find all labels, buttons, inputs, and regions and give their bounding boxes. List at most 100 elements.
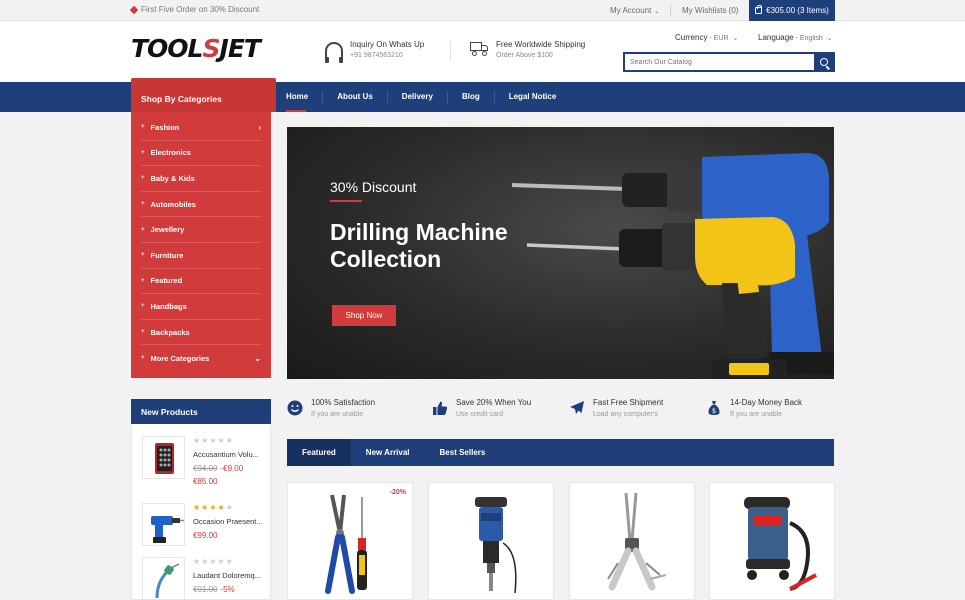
product-price: €85.00 bbox=[193, 477, 218, 486]
old-price: €94.00 bbox=[193, 464, 218, 473]
svg-text:$: $ bbox=[712, 407, 716, 415]
language-value: - English bbox=[795, 35, 823, 42]
search-bar bbox=[623, 52, 835, 72]
old-price: €91.00 bbox=[193, 585, 218, 594]
chevron-right-icon: › bbox=[258, 122, 261, 132]
divider bbox=[330, 200, 362, 202]
hero-banner[interactable]: 30% Discount Drilling Machine Collection… bbox=[287, 127, 834, 379]
plane-icon bbox=[570, 401, 584, 414]
category-fashion[interactable]: + Fashion › bbox=[141, 115, 261, 141]
product-image bbox=[325, 494, 367, 594]
rating-stars: ★★★★★ bbox=[193, 503, 234, 512]
service-subtitle: Use credit card bbox=[456, 411, 504, 418]
category-electronics[interactable]: + Electronics bbox=[141, 141, 261, 167]
list-item[interactable]: ★★★★★ Accusantium Volu... €94.00 -€9.00 €… bbox=[142, 436, 267, 486]
plus-icon: + bbox=[141, 226, 145, 233]
category-label: Baby & Kids bbox=[150, 173, 195, 183]
language-selector[interactable]: Language - English ⌄ bbox=[758, 33, 833, 42]
logo-text: JET bbox=[219, 34, 261, 63]
product-tabs: Featured New Arrival Best Sellers bbox=[287, 439, 834, 466]
service-money-back: $ 14-Day Money Back If you are unable bbox=[706, 398, 802, 418]
list-item[interactable]: ★★★★★ Occasion Praesent... €99.00 bbox=[142, 503, 267, 553]
category-label: Jewellery bbox=[150, 225, 185, 235]
plus-icon: + bbox=[141, 252, 145, 259]
category-label: More Categories bbox=[150, 353, 210, 363]
plus-icon: + bbox=[141, 149, 145, 156]
category-more[interactable]: + More Categories ⌄ bbox=[141, 345, 261, 371]
category-baby-kids[interactable]: + Baby & Kids bbox=[141, 166, 261, 192]
categories-title[interactable]: Shop By Categories bbox=[131, 78, 276, 112]
plus-icon: + bbox=[141, 175, 145, 182]
plus-icon: + bbox=[141, 303, 145, 310]
product-card[interactable] bbox=[709, 482, 835, 600]
discount: -€9.00 bbox=[220, 464, 244, 473]
banner-title-line: Collection bbox=[330, 246, 442, 272]
search-input[interactable] bbox=[625, 54, 814, 70]
currency-label: Currency bbox=[675, 33, 708, 42]
product-image bbox=[475, 497, 517, 594]
money-bag-icon: $ bbox=[708, 401, 720, 415]
search-button[interactable] bbox=[814, 54, 833, 70]
category-label: Fashion bbox=[150, 122, 180, 132]
list-item[interactable]: ★★★★★ Laudant Doloremq... €91.00 -5% bbox=[142, 557, 267, 600]
logo-text-accent: S bbox=[202, 34, 221, 63]
product-card[interactable] bbox=[428, 482, 554, 600]
category-backpacks[interactable]: + Backpacks bbox=[141, 320, 261, 346]
product-thumbnail[interactable] bbox=[142, 503, 185, 546]
nav-delivery[interactable]: Delivery bbox=[388, 91, 448, 103]
service-subtitle: Load any computer's bbox=[593, 411, 658, 418]
category-automobiles[interactable]: + Automobiles bbox=[141, 192, 261, 218]
product-name[interactable]: Laudant Doloremq... bbox=[193, 571, 267, 580]
chevron-down-icon: ⌄ bbox=[654, 9, 660, 15]
category-label: Backpacks bbox=[150, 327, 190, 337]
banner-title-line: Drilling Machine bbox=[330, 219, 508, 245]
nav-legal-notice[interactable]: Legal Notice bbox=[495, 91, 571, 103]
product-price: €99.00 bbox=[193, 531, 218, 540]
my-account-dropdown[interactable]: My Account ⌄ bbox=[610, 6, 659, 15]
product-name[interactable]: Occasion Praesent... bbox=[193, 517, 267, 526]
product-card[interactable]: -20% bbox=[287, 482, 413, 600]
currency-value: - EUR bbox=[709, 35, 729, 42]
category-furniture[interactable]: + Furniture bbox=[141, 243, 261, 269]
new-products-title: New Products bbox=[131, 399, 271, 424]
top-bar: First Five Order on 30% Discount My Acco… bbox=[0, 0, 965, 21]
tab-featured[interactable]: Featured bbox=[287, 439, 351, 466]
category-jewellery[interactable]: + Jewellery bbox=[141, 217, 261, 243]
nav-home[interactable]: Home bbox=[272, 91, 324, 112]
my-account-label: My Account bbox=[610, 6, 652, 15]
shopping-bag-icon bbox=[755, 5, 763, 14]
tab-new-arrival[interactable]: New Arrival bbox=[351, 439, 425, 466]
product-card[interactable] bbox=[569, 482, 695, 600]
product-thumbnail[interactable] bbox=[142, 557, 185, 600]
service-subtitle: If you are unable bbox=[311, 411, 364, 418]
headset-icon bbox=[325, 42, 343, 63]
smile-icon bbox=[287, 400, 303, 416]
site-logo[interactable]: TOOLSJET bbox=[131, 34, 261, 63]
wishlist-link[interactable]: My Wishlists (0) bbox=[682, 6, 738, 15]
product-thumbnail[interactable] bbox=[142, 436, 185, 479]
product-name[interactable]: Accusantium Volu... bbox=[193, 450, 267, 459]
promo-text: First Five Order on 30% Discount bbox=[141, 5, 260, 14]
category-featured[interactable]: + Featured bbox=[141, 269, 261, 295]
service-title: Save 20% When You bbox=[456, 398, 532, 407]
category-label: Automobiles bbox=[150, 199, 196, 209]
cart-button[interactable]: €305.00 (3 Items) bbox=[749, 0, 835, 21]
shop-now-button[interactable]: Shop Now bbox=[332, 305, 396, 326]
service-shipment: Fast Free Shipment Load any computer's bbox=[569, 398, 663, 418]
nav-blog[interactable]: Blog bbox=[448, 91, 495, 103]
language-label: Language bbox=[758, 33, 794, 42]
currency-selector[interactable]: Currency - EUR ⌄ bbox=[675, 33, 738, 42]
free-shipping-info: Free Worldwide Shipping Order Above $100 bbox=[470, 40, 585, 59]
category-label: Featured bbox=[150, 276, 183, 286]
phone-number: +91 9874563210 bbox=[350, 52, 403, 59]
service-title: 14-Day Money Back bbox=[730, 398, 803, 407]
product-price-row: €91.00 -5% bbox=[193, 585, 235, 594]
nav-about-us[interactable]: About Us bbox=[323, 91, 388, 103]
category-handbags[interactable]: + Handbags bbox=[141, 294, 261, 320]
tab-best-sellers[interactable]: Best Sellers bbox=[425, 439, 501, 466]
service-satisfaction: 100% Satisfaction If you are unable bbox=[287, 398, 375, 418]
product-image bbox=[744, 497, 817, 591]
truck-icon bbox=[470, 42, 489, 56]
drill-image bbox=[511, 153, 834, 379]
logo-text: TOOL bbox=[131, 34, 203, 63]
